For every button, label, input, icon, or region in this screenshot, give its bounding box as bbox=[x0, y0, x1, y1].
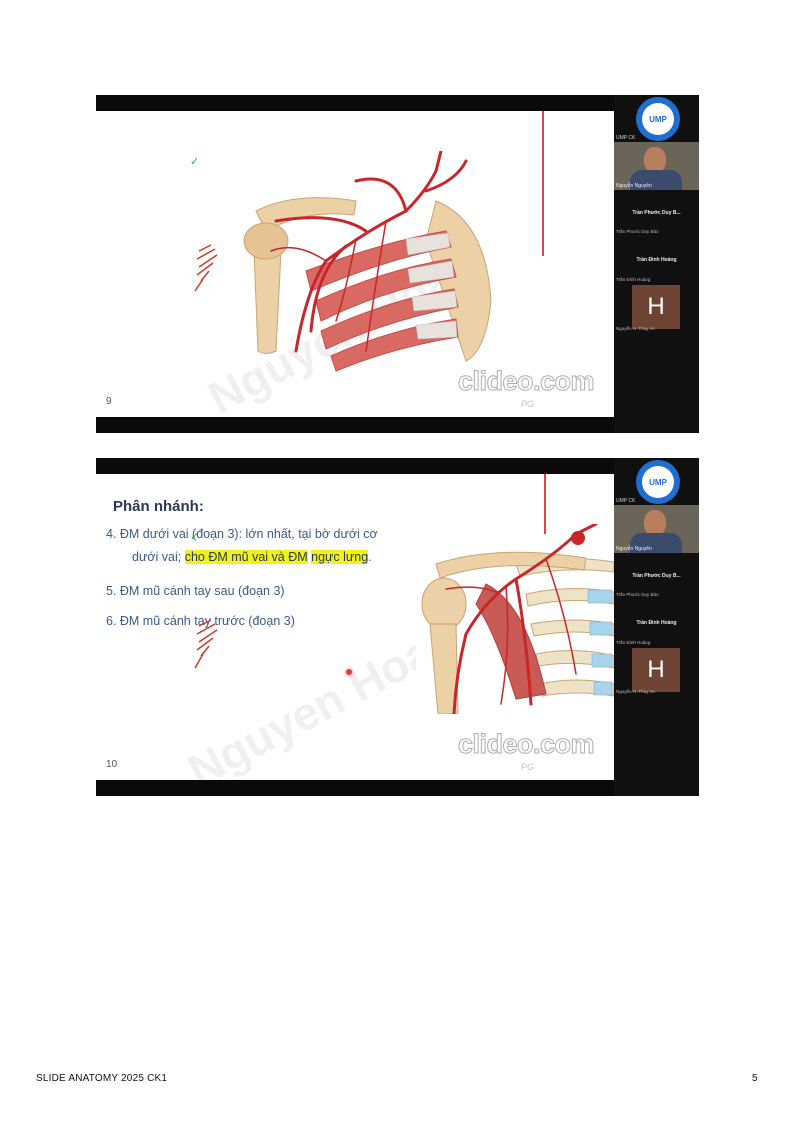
anatomy-chest-illustration bbox=[416, 524, 614, 714]
presenter-name: Nguyễn Nguyên bbox=[616, 183, 652, 189]
anatomy-shoulder-illustration bbox=[243, 151, 492, 372]
participants-sidebar: UMP UMP CK Nguyễn Nguyên Trần Phước Duy … bbox=[614, 458, 699, 796]
checkmark-icon: ✓ bbox=[190, 531, 200, 543]
teacher-annotation-marks bbox=[194, 244, 218, 292]
participant-sub: Trần Đình Hoàng bbox=[616, 640, 651, 645]
document-footer-title: SLIDE ANATOMY 2025 CK1 bbox=[36, 1073, 168, 1084]
avatar-label: Nguyễn H. Thuỵ An bbox=[616, 326, 655, 331]
org-label: UMP CK bbox=[616, 135, 636, 141]
checkmark-icon: ✓ bbox=[190, 156, 200, 168]
participant-name[interactable]: Trần Đình Hoàng bbox=[614, 257, 699, 263]
list-item-5: 5. ĐM mũ cánh tay sau (đoạn 3) bbox=[106, 584, 285, 598]
video-frame-slide-9: Nguyen Hoa ✓ 9 PG clideo.com UMP UMP CK … bbox=[96, 95, 699, 433]
university-logo: UMP bbox=[636, 460, 680, 504]
presenter-video-tile[interactable]: Nguyễn Nguyên bbox=[614, 505, 699, 553]
participant-sub: Trần Phước Duy Bảo bbox=[616, 229, 659, 234]
slide-page-number: 9 bbox=[106, 396, 112, 407]
participant-avatar[interactable]: H bbox=[632, 648, 680, 692]
clideo-watermark: clideo.com bbox=[457, 729, 595, 760]
participant-name[interactable]: Trần Phước Duy B... bbox=[614, 573, 699, 579]
slide-10: Nguyen Hoa Phân nhánh: 4. ĐM dưới vai (đ… bbox=[96, 474, 614, 780]
clideo-watermark: clideo.com bbox=[457, 366, 595, 397]
participant-sub: Trần Phước Duy Bảo bbox=[616, 592, 659, 597]
presenter-watermark: PG bbox=[521, 399, 535, 409]
laser-line bbox=[542, 111, 544, 256]
presenter-name: Nguyễn Nguyên bbox=[616, 546, 652, 552]
slide-heading: Phân nhánh: bbox=[113, 498, 204, 515]
presenter-video-tile[interactable]: Nguyễn Nguyên bbox=[614, 142, 699, 190]
teacher-annotation-marks bbox=[194, 619, 218, 669]
document-page-number: 5 bbox=[752, 1073, 758, 1084]
participants-sidebar: UMP UMP CK Nguyễn Nguyên Trần Phước Duy … bbox=[614, 95, 699, 433]
laser-pointer bbox=[346, 669, 352, 675]
slide-9: Nguyen Hoa ✓ 9 PG clideo.com bbox=[96, 111, 614, 417]
participant-avatar[interactable]: H bbox=[632, 285, 680, 329]
presenter-watermark: PG bbox=[521, 762, 535, 772]
laser-line bbox=[544, 474, 546, 534]
list-item-4-line2: dưới vai; cho ĐM mũ vai và ĐM ngực lưng. bbox=[132, 550, 372, 564]
video-frame-slide-10: Nguyen Hoa Phân nhánh: 4. ĐM dưới vai (đ… bbox=[96, 458, 699, 796]
list-item-4-period: . bbox=[368, 550, 372, 564]
avatar-label: Nguyễn H. Thuỵ An bbox=[616, 689, 655, 694]
slide-page-number: 10 bbox=[106, 759, 118, 770]
participant-name[interactable]: Trần Phước Duy B... bbox=[614, 210, 699, 216]
participant-sub: Trần Đình Hoàng bbox=[616, 277, 651, 282]
list-item-4-text: dưới vai; bbox=[132, 550, 185, 564]
org-label: UMP CK bbox=[616, 498, 636, 504]
highlighted-text: cho ĐM mũ vai và ĐM bbox=[184, 550, 308, 564]
university-logo: UMP bbox=[636, 97, 680, 141]
highlighted-text: ngực lưng bbox=[311, 550, 369, 564]
list-item-4-line1: 4. ĐM dưới vai (đoạn 3): lớn nhất, tại b… bbox=[106, 527, 378, 541]
participant-name[interactable]: Trần Đình Hoàng bbox=[614, 620, 699, 626]
